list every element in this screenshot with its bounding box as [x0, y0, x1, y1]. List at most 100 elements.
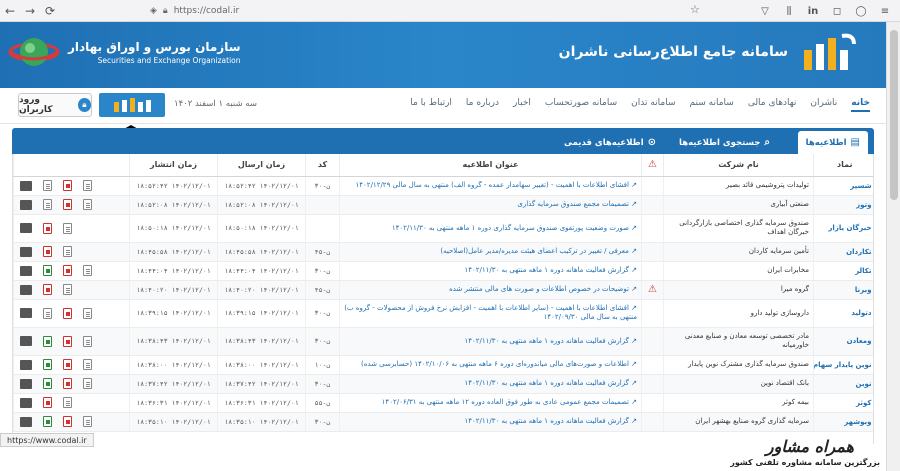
- cell-symbol[interactable]: ومعادن: [813, 327, 873, 356]
- library-icon[interactable]: ⫼: [780, 2, 798, 20]
- menu-item[interactable]: سامانه صورتحساب: [545, 98, 617, 112]
- table-row[interactable]: وتوز صنعتی آبیاری ↗ تصمیمات مجمع صندوق سرم…: [13, 195, 873, 215]
- cell-title[interactable]: ↗ توضیحات در خصوص اطلاعات و صورت های مال…: [339, 280, 642, 300]
- pdf-icon[interactable]: [43, 284, 52, 295]
- table-row[interactable]: دتولید داروسازی تولید دارو ↗ افشای اطلاعات…: [13, 299, 873, 328]
- cell-symbol[interactable]: وتوز: [813, 195, 873, 215]
- tab-old-announcements[interactable]: اطلاعیه‌های قدیمی ⊙: [556, 131, 664, 154]
- cell-symbol[interactable]: دتولید: [813, 299, 873, 328]
- document-icon[interactable]: [83, 378, 92, 389]
- cell-title[interactable]: ↗ اطلاعات و صورت‌های مالی میاندوره‌ای دو…: [339, 355, 642, 375]
- document-icon[interactable]: [83, 416, 92, 427]
- menu-item[interactable]: درباره ما: [466, 98, 499, 112]
- announcement-title[interactable]: اطلاعات و صورت‌های مالی میاندوره‌ای دوره…: [361, 360, 629, 368]
- document-icon[interactable]: [83, 265, 92, 276]
- announcement-title[interactable]: افشای اطلاعات با اهمیت - (تغییر سهامدار …: [356, 181, 629, 189]
- attachment-icon[interactable]: [20, 223, 32, 233]
- tab-announcements[interactable]: اطلاعیه‌ها ▤: [797, 131, 868, 154]
- document-icon[interactable]: [83, 199, 92, 210]
- page-scrollbar[interactable]: [886, 22, 900, 471]
- attachment-icon[interactable]: [20, 180, 32, 191]
- document-icon[interactable]: [43, 199, 52, 210]
- excel-icon[interactable]: [43, 265, 52, 276]
- announcement-title[interactable]: گزارش فعالیت ماهانه دوره ۱ ماهه منتهی به…: [464, 337, 628, 345]
- pdf-icon[interactable]: [63, 180, 72, 191]
- table-row[interactable]: خبرگان بازار صندوق سرمایه گذاری اختصاصی ب…: [13, 214, 873, 243]
- cell-symbol[interactable]: وبوشهر: [813, 412, 873, 432]
- menu-item[interactable]: ناشران: [810, 98, 837, 112]
- document-icon[interactable]: [63, 284, 72, 295]
- cell-symbol[interactable]: وبرنا: [813, 280, 873, 300]
- announcement-title[interactable]: تصمیمات مجمع صندوق سرمایه گذاری: [517, 200, 629, 208]
- attachment-icon[interactable]: [20, 397, 32, 408]
- bookmark-star-icon[interactable]: ☆: [690, 3, 700, 16]
- pdf-icon[interactable]: [43, 222, 52, 234]
- cell-title[interactable]: ↗ تصمیمات مجمع صندوق سرمایه گذاری: [339, 195, 642, 215]
- scrollbar-thumb[interactable]: [890, 30, 898, 200]
- pdf-icon[interactable]: [63, 199, 72, 210]
- cell-symbol[interactable]: کوثر: [813, 393, 873, 413]
- cell-title[interactable]: ↗ گزارش فعالیت ماهانه دوره ۱ ماهه منتهی …: [339, 261, 642, 281]
- col-symbol[interactable]: نماد: [813, 154, 873, 177]
- pdf-icon[interactable]: [63, 378, 72, 389]
- reload-icon[interactable]: ⟳: [40, 1, 60, 21]
- menu-item[interactable]: ارتباط با ما: [410, 98, 452, 112]
- table-row[interactable]: ومعادن مادر تخصصی توسعه معادن و صنایع معد…: [13, 327, 873, 356]
- pdf-icon[interactable]: [63, 335, 72, 347]
- pdf-icon[interactable]: [43, 397, 52, 408]
- document-icon[interactable]: [83, 180, 92, 191]
- col-company[interactable]: نام شرکت: [663, 154, 814, 177]
- forward-icon[interactable]: →: [20, 1, 40, 21]
- table-row[interactable]: تکاردان تأمین سرمایه کاردان ↗ معرفی / تغیی…: [13, 242, 873, 262]
- col-title[interactable]: عنوان اطلاعیه: [339, 154, 642, 177]
- menu-item[interactable]: نهادهای مالی: [748, 98, 797, 112]
- document-icon[interactable]: [63, 222, 72, 234]
- col-publish-time[interactable]: زمان انتشار: [129, 154, 218, 177]
- document-icon[interactable]: [83, 335, 92, 347]
- attachment-icon[interactable]: [20, 199, 32, 210]
- document-icon[interactable]: [43, 307, 52, 319]
- cell-title[interactable]: ↗ تصمیمات مجمع عمومی عادی به طور فوق الع…: [339, 393, 642, 413]
- attachment-icon[interactable]: [20, 265, 32, 276]
- codal-small-logo[interactable]: [99, 93, 165, 117]
- codal-brand[interactable]: سامانه جامع اطلاع‌رسانی ناشران: [559, 30, 858, 74]
- cell-symbol[interactable]: تکاردان: [813, 242, 873, 262]
- pdf-icon[interactable]: [63, 307, 72, 319]
- attachment-icon[interactable]: [20, 416, 32, 427]
- document-icon[interactable]: [63, 397, 72, 408]
- cell-title[interactable]: ↗ معرفی / تغییر در ترکیب اعضای هیئت مدیر…: [339, 242, 642, 262]
- table-row[interactable]: وبرنا گروه میرا ⚠ ↗ توضیحات در خصوص اطلاعات…: [13, 280, 873, 300]
- pdf-icon[interactable]: [63, 265, 72, 276]
- cell-title[interactable]: ↗ گزارش فعالیت ماهانه دوره ۱ ماهه منتهی …: [339, 327, 642, 356]
- menu-item[interactable]: سامانه تدان: [631, 98, 675, 112]
- attachment-icon[interactable]: [20, 284, 32, 295]
- seo-brand[interactable]: سازمان بورس و اوراق بهادار Securities an…: [8, 32, 241, 72]
- screenshot-icon[interactable]: ◻: [828, 2, 846, 20]
- document-icon[interactable]: [83, 359, 92, 370]
- pdf-icon[interactable]: [63, 416, 72, 427]
- account-icon[interactable]: ◯: [852, 2, 870, 20]
- pdf-icon[interactable]: [63, 359, 72, 370]
- announcement-title[interactable]: صورت وضعیت پورتفوی صندوق سرمایه گذاری دو…: [392, 224, 629, 232]
- cell-title[interactable]: ↗ گزارش فعالیت ماهانه دوره ۱ ماهه منتهی …: [339, 374, 642, 394]
- menu-item[interactable]: خانه: [851, 98, 870, 112]
- announcement-title[interactable]: توضیحات در خصوص اطلاعات و صورت های مالی …: [449, 285, 629, 293]
- pocket-icon[interactable]: ▽: [756, 2, 774, 20]
- tab-search-announcements[interactable]: جستجوی اطلاعیه‌ها ⌕: [671, 131, 778, 154]
- document-icon[interactable]: [83, 307, 92, 319]
- pdf-icon[interactable]: [43, 246, 52, 257]
- table-row[interactable]: کوثر بیمه کوثر ↗ تصمیمات مجمع عمومی عادی ب…: [13, 393, 873, 413]
- announcement-title[interactable]: تصمیمات مجمع عمومی عادی به طور فوق العاد…: [382, 398, 629, 406]
- announcement-title[interactable]: معرفی / تغییر در ترکیب اعضای هیئت مدیره/…: [440, 247, 629, 255]
- cell-title[interactable]: ↗ گزارش فعالیت ماهانه دوره ۱ ماهه منتهی …: [339, 412, 642, 432]
- cell-symbol[interactable]: خبرگان بازار: [813, 214, 873, 243]
- table-row[interactable]: شسپر تولیدات پتروشیمی قائد بصیر ↗ افشای اط…: [13, 176, 873, 196]
- cell-title[interactable]: ↗ افشای اطلاعات با اهمیت - (تغییر سهامدا…: [339, 176, 642, 196]
- excel-icon[interactable]: [43, 416, 52, 427]
- excel-icon[interactable]: [43, 378, 52, 389]
- col-sent-time[interactable]: زمان ارسال: [217, 154, 306, 177]
- announcement-title[interactable]: گزارش فعالیت ماهانه دوره ۱ ماهه منتهی به…: [464, 266, 628, 274]
- back-icon[interactable]: ←: [0, 1, 20, 21]
- linkedin-icon[interactable]: in: [804, 2, 822, 20]
- login-button[interactable]: ورود کاربران 🔒︎: [18, 93, 92, 117]
